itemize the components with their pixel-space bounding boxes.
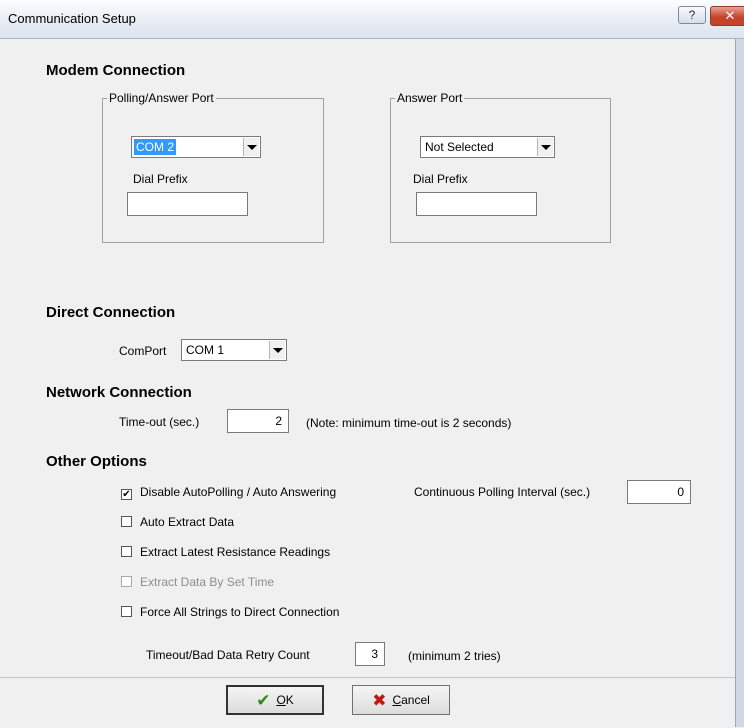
retry-count-note: (minimum 2 tries) [408,649,501,663]
comport-value: COM 1 [186,343,225,357]
timeout-note: (Note: minimum time-out is 2 seconds) [306,416,512,430]
chevron-down-icon[interactable] [537,138,553,156]
polling-port-select[interactable]: COM 2 [131,136,261,158]
retry-count-label: Timeout/Bad Data Retry Count [146,648,310,662]
checkbox-checked-icon[interactable]: ✔ [121,489,132,500]
answer-port-group: Answer Port [390,91,611,243]
polling-answer-port-group: Polling/Answer Port [102,91,324,243]
extract-data-by-set-time-checkbox: Extract Data By Set Time [121,575,274,589]
polling-dial-prefix-input[interactable] [127,192,248,216]
force-direct-connection-checkbox[interactable]: Force All Strings to Direct Connection [121,605,339,619]
help-button[interactable]: ? [678,6,706,24]
polling-interval-input[interactable]: 0 [627,480,691,504]
cancel-button[interactable]: ✖ Cancel [352,685,450,715]
comport-select[interactable]: COM 1 [181,339,287,361]
title-bar[interactable]: Communication Setup ? ✕ [0,0,744,39]
disable-autopolling-checkbox[interactable]: ✔ Disable AutoPolling / Auto Answering [121,485,336,500]
chevron-down-icon[interactable] [269,341,285,359]
modem-connection-heading: Modem Connection [46,62,186,79]
ok-button[interactable]: ✔ OK [226,685,324,715]
extract-latest-resistance-checkbox[interactable]: Extract Latest Resistance Readings [121,545,330,559]
dialog-body: Modem Connection Polling/Answer Port COM… [0,39,735,727]
other-options-heading: Other Options [46,453,147,470]
polling-answer-port-label: Polling/Answer Port [107,91,216,105]
checkmark-icon: ✔ [256,691,271,710]
checkbox-icon[interactable] [121,606,132,617]
timeout-label: Time-out (sec.) [119,415,200,429]
polling-interval-label: Continuous Polling Interval (sec.) [414,485,591,499]
close-button[interactable]: ✕ [710,6,744,26]
direct-connection-heading: Direct Connection [46,304,176,321]
answer-port-value: Not Selected [425,140,494,154]
window-title: Communication Setup [8,11,136,26]
timeout-input[interactable]: 2 [227,409,289,433]
answer-port-select[interactable]: Not Selected [420,136,555,158]
button-bar: ✔ OK ✖ Cancel [0,677,735,728]
polling-dial-prefix-label: Dial Prefix [133,172,188,186]
chevron-down-icon[interactable] [243,138,259,156]
auto-extract-data-checkbox[interactable]: Auto Extract Data [121,515,234,529]
comport-label: ComPort [119,344,167,358]
checkbox-disabled-icon [121,576,132,587]
checkbox-icon[interactable] [121,546,132,557]
polling-port-value: COM 2 [134,139,177,155]
checkbox-icon[interactable] [121,516,132,527]
x-icon: ✖ [372,691,387,710]
retry-count-input[interactable]: 3 [355,642,385,666]
answer-port-label: Answer Port [395,91,465,105]
answer-dial-prefix-input[interactable] [416,192,537,216]
network-connection-heading: Network Connection [46,384,192,401]
window-border [735,39,744,727]
answer-dial-prefix-label: Dial Prefix [413,172,468,186]
